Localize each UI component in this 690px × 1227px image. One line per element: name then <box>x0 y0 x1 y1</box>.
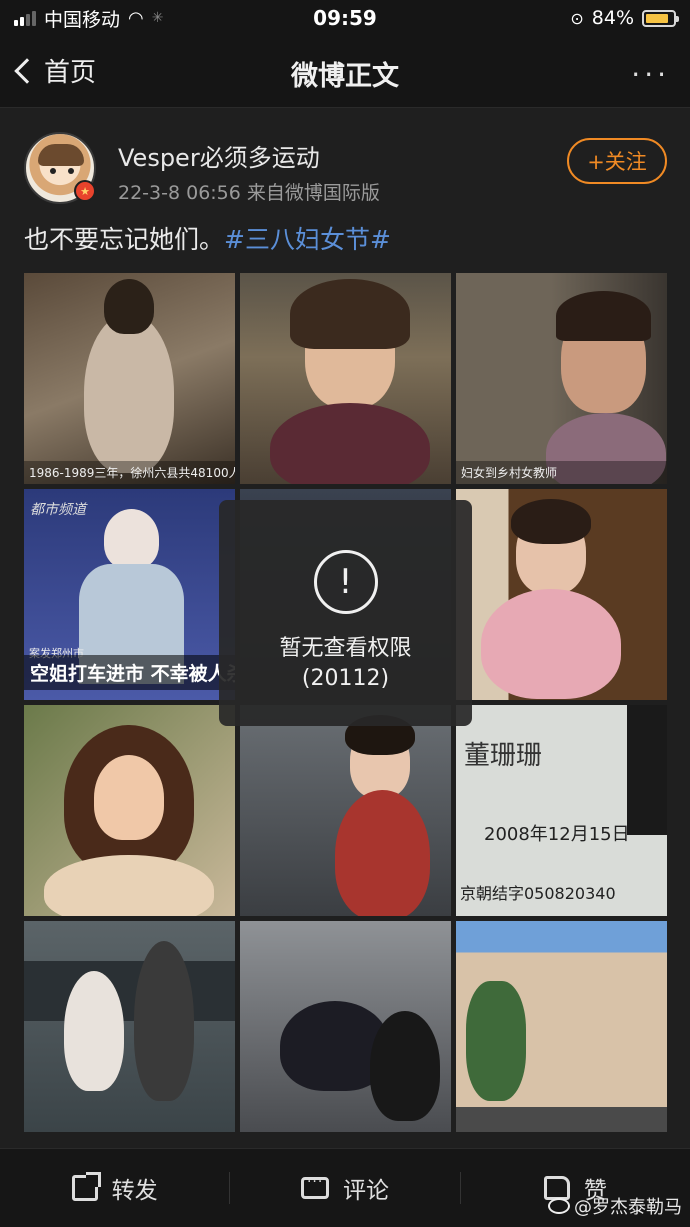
status-left: 中国移动 ◠ ✳ <box>14 5 163 32</box>
chevron-left-icon <box>14 57 40 84</box>
wifi-icon: ◠ <box>128 7 144 29</box>
image-thumb[interactable] <box>24 705 235 916</box>
weibo-watermark: @罗杰泰勒马 <box>548 1193 682 1219</box>
channel-logo: 都市频道 <box>30 502 86 518</box>
warning-icon: ! <box>313 550 378 614</box>
back-label: 首页 <box>44 58 97 88</box>
bottom-action-bar: 转发 评论 赞 @罗杰泰勒马 <box>0 1148 690 1227</box>
nav-bar: 首页 微博正文 ··· <box>0 36 690 108</box>
status-bar: 中国移动 ◠ ✳ 09:59 ⊙ 84% <box>0 0 690 36</box>
image-thumb[interactable]: 董珊珊 2008年12月15日 京朝结字050820340 <box>456 705 667 916</box>
back-button[interactable]: 首页 <box>14 52 97 89</box>
image-thumb[interactable] <box>240 273 451 484</box>
status-right: ⊙ 84% <box>570 7 679 29</box>
signal-icon <box>14 10 36 26</box>
toast-error-code: (20112) <box>301 666 390 691</box>
document-date: 2008年12月15日 <box>484 824 630 845</box>
comment-icon <box>300 1174 329 1199</box>
battery-icon <box>642 9 679 27</box>
image-thumb[interactable] <box>24 921 235 1132</box>
toast-message: 暂无查看权限 <box>279 636 412 661</box>
page-title: 微博正文 <box>291 61 399 92</box>
username[interactable]: Vesper必须多运动 <box>118 138 320 173</box>
image-thumb[interactable]: 妇女到乡村女教师 <box>456 273 667 484</box>
permission-toast: ! 暂无查看权限 (20112) <box>219 500 472 726</box>
battery-percent: 84% <box>591 7 634 29</box>
repost-icon <box>71 1172 101 1201</box>
image-thumb[interactable] <box>240 705 451 916</box>
verified-badge-icon: ★ <box>74 180 96 202</box>
image-thumb[interactable] <box>240 921 451 1132</box>
orientation-lock-icon: ⊙ <box>570 8 584 28</box>
post-text: 也不要忘记她们。#三八妇女节# <box>24 220 391 256</box>
comment-label: 评论 <box>342 1178 389 1204</box>
follow-button[interactable]: +关注 <box>567 138 667 184</box>
news-headline: 空姐打车进市 不幸被人杀害 <box>24 655 235 690</box>
document-code: 京朝结字050820340 <box>460 884 616 903</box>
post-meta: 22-3-8 06:56 来自微博国际版 <box>118 182 380 204</box>
post-body: 也不要忘记她们。 <box>24 225 225 254</box>
image-caption: 1986-1989三年，徐州六县共48100人，占妇 43.8人，某村三分之二娘… <box>24 461 235 484</box>
image-thumb[interactable] <box>456 921 667 1132</box>
weibo-logo-icon <box>548 1198 570 1214</box>
comment-button[interactable]: 评论 <box>230 1171 459 1205</box>
image-thumb[interactable]: 1986-1989三年，徐州六县共48100人，占妇 43.8人，某村三分之二娘… <box>24 273 235 484</box>
loading-icon: ✳ <box>151 10 164 26</box>
repost-button[interactable]: 转发 <box>0 1171 229 1205</box>
image-thumb[interactable]: 都市频道 案发郑州市 空姐打车进市 不幸被人杀害 <box>24 489 235 700</box>
image-thumb[interactable] <box>456 489 667 700</box>
document-text: 董珊珊 <box>464 741 543 771</box>
watermark-text: @罗杰泰勒马 <box>574 1197 682 1218</box>
more-button[interactable]: ··· <box>631 58 670 91</box>
image-caption: 妇女到乡村女教师 <box>456 461 667 484</box>
carrier-label: 中国移动 <box>44 8 121 31</box>
repost-label: 转发 <box>111 1178 158 1204</box>
hashtag-link[interactable]: #三八妇女节# <box>224 225 391 254</box>
